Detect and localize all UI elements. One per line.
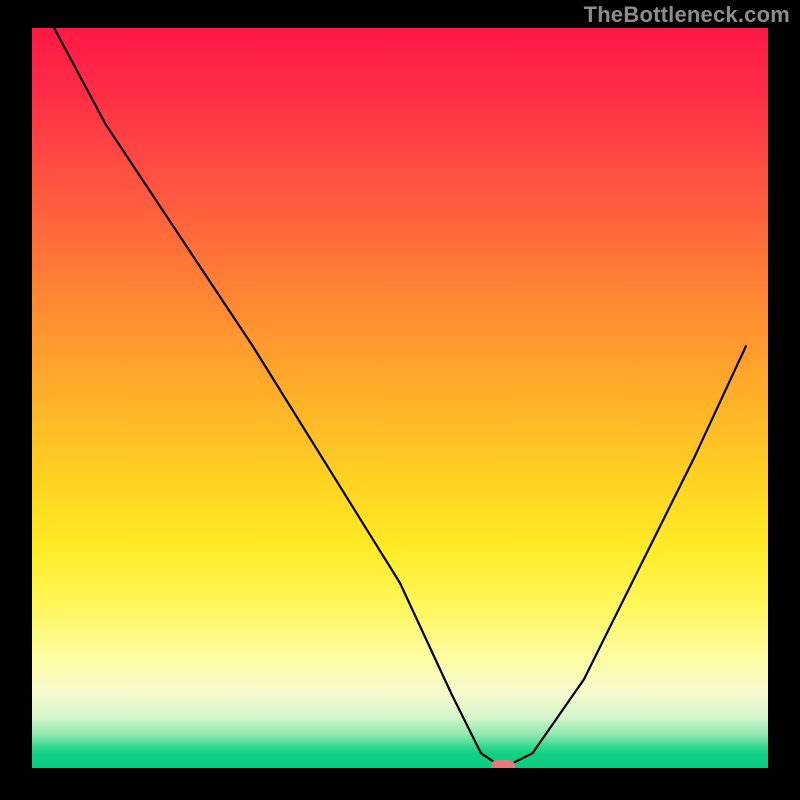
optimal-marker [491,760,515,768]
plot-area [32,28,768,768]
bottleneck-curve [54,28,746,768]
chart-frame: TheBottleneck.com [0,0,800,800]
plot-svg [32,28,768,768]
watermark-label: TheBottleneck.com [584,2,790,28]
